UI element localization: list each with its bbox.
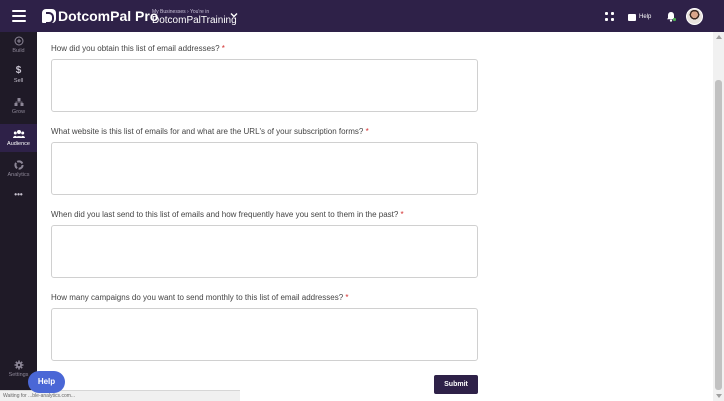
question-1-textarea[interactable] — [51, 59, 478, 112]
question-text: What website is this list of emails for … — [51, 127, 364, 136]
brand-name[interactable]: DotcomPal Pro — [58, 8, 158, 24]
business-switcher-name[interactable]: DotcomPalTraining — [152, 15, 237, 26]
question-2-label: What website is this list of emails for … — [51, 127, 369, 136]
question-2-textarea[interactable] — [51, 142, 478, 195]
more-icon: ••• — [14, 190, 23, 199]
plus-circle-icon — [14, 36, 23, 46]
scroll-up-arrow-icon[interactable] — [716, 35, 722, 39]
sidebar-item-build[interactable]: Build — [0, 34, 37, 58]
sidebar-item-label: Grow — [11, 109, 26, 115]
sidebar-item-sell[interactable]: $ Sell — [0, 64, 37, 88]
sidebar-item-label: Sell — [13, 78, 24, 84]
sidebar-item-grow[interactable]: Grow — [0, 94, 37, 118]
help-chat-button[interactable]: Help — [28, 371, 65, 393]
question-text: When did you last send to this list of e… — [51, 210, 399, 219]
required-asterisk: * — [221, 44, 225, 53]
sidebar-item-label: Audience — [7, 141, 30, 147]
chevron-down-icon[interactable] — [230, 11, 238, 19]
question-3-textarea[interactable] — [51, 225, 478, 278]
hierarchy-icon — [14, 98, 23, 106]
sidebar-item-label: Build — [12, 48, 25, 54]
sidebar: Build $ Sell Grow Audience Analytics ••• — [0, 32, 37, 401]
hamburger-menu-icon[interactable] — [12, 10, 26, 22]
donut-chart-icon — [13, 160, 24, 170]
question-4-textarea[interactable] — [51, 308, 478, 361]
gear-icon — [14, 360, 23, 370]
help-chat-icon — [628, 13, 636, 21]
notification-bell-icon[interactable] — [666, 11, 676, 22]
question-4-label: How many campaigns do you want to send m… — [51, 293, 349, 302]
scrollbar-thumb[interactable] — [715, 80, 722, 390]
group-icon — [12, 130, 25, 138]
required-asterisk: * — [345, 293, 349, 302]
required-asterisk: * — [365, 127, 369, 136]
dollar-icon: $ — [15, 65, 22, 76]
question-text: How many campaigns do you want to send m… — [51, 293, 344, 302]
vertical-scrollbar[interactable] — [713, 32, 724, 401]
top-bar: DotcomPal Pro My Businesses › You're in … — [0, 0, 724, 32]
required-asterisk: * — [400, 210, 404, 219]
submit-button[interactable]: Submit — [434, 375, 478, 394]
question-3-label: When did you last send to this list of e… — [51, 210, 404, 219]
help-link[interactable]: Help — [628, 12, 651, 22]
user-avatar[interactable] — [686, 8, 703, 25]
help-link-label: Help — [639, 14, 652, 20]
sidebar-item-label: Analytics — [7, 172, 30, 178]
question-1-label: How did you obtain this list of email ad… — [51, 44, 225, 53]
dotcompal-logo-icon[interactable] — [42, 9, 56, 24]
sidebar-more-menu[interactable]: ••• — [0, 190, 37, 204]
sidebar-item-audience[interactable]: Audience — [0, 124, 37, 152]
apps-grid-icon[interactable] — [605, 12, 614, 21]
sidebar-item-analytics[interactable]: Analytics — [0, 158, 37, 182]
question-text: How did you obtain this list of email ad… — [51, 44, 220, 53]
scroll-down-arrow-icon[interactable] — [716, 394, 722, 398]
